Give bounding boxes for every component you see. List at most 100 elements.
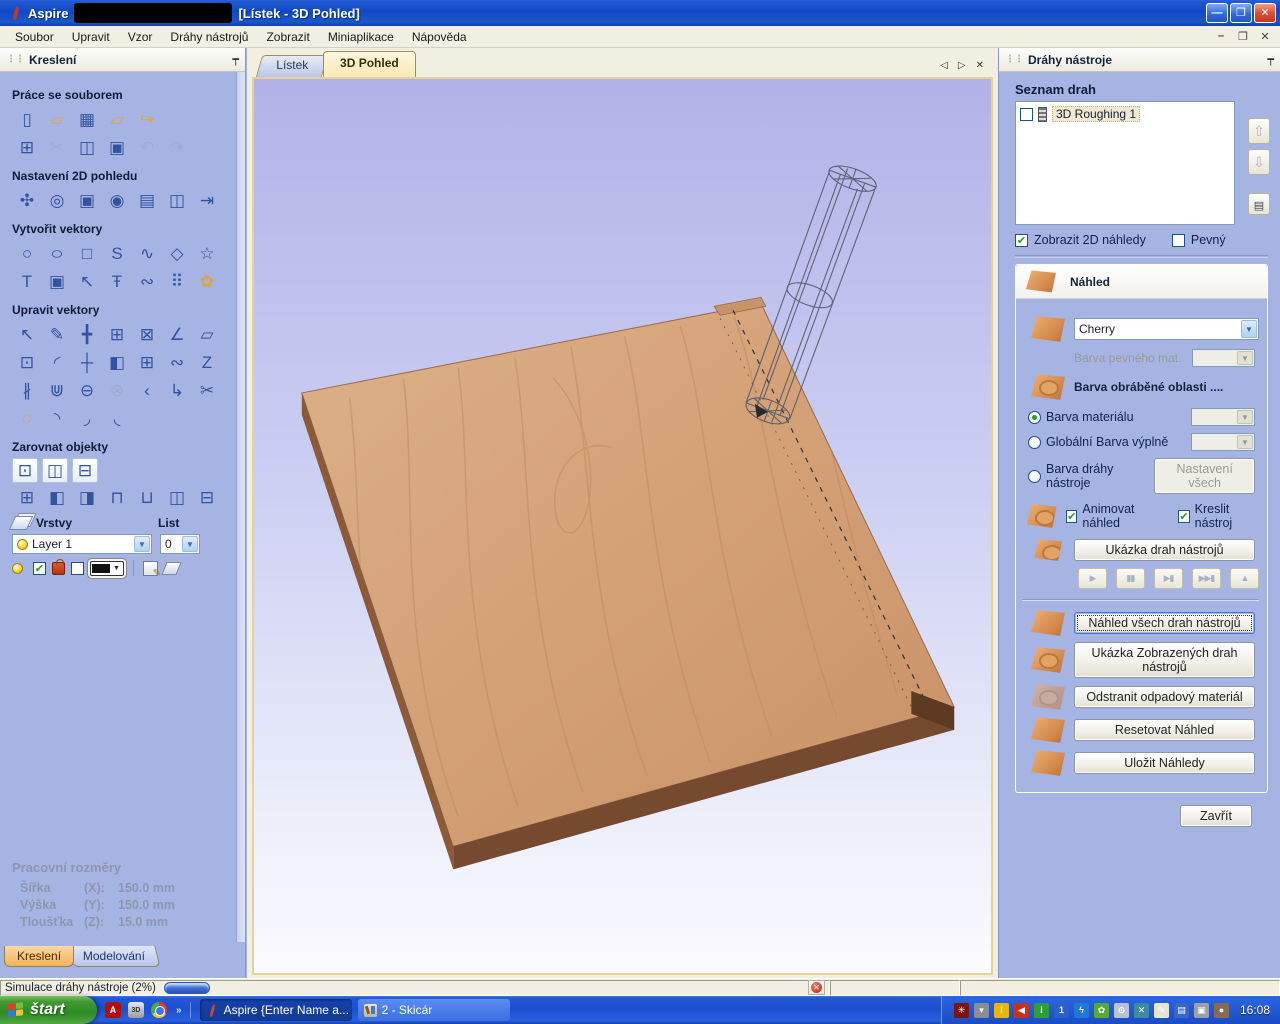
- arc-3point-icon[interactable]: ◝: [42, 405, 72, 432]
- tray-printer-icon[interactable]: ▣: [1194, 1003, 1209, 1018]
- layer-visible-checkbox[interactable]: ✔: [33, 562, 46, 575]
- solid-checkbox[interactable]: [1172, 234, 1185, 247]
- align-right-icon[interactable]: ◨: [72, 484, 102, 511]
- zoom-selection-icon[interactable]: ◉: [102, 187, 132, 214]
- trim-vectors-icon[interactable]: ‹: [132, 377, 162, 404]
- align-center-material-icon[interactable]: ⊡: [12, 458, 38, 483]
- arc-2point-icon[interactable]: ◞: [72, 405, 102, 432]
- text-icon[interactable]: T: [12, 268, 42, 295]
- menu-upravit[interactable]: Upravit: [63, 28, 119, 46]
- menu-n-pov-da[interactable]: Nápověda: [403, 28, 476, 46]
- pause-button[interactable]: ▮▮: [1116, 568, 1145, 589]
- menu-miniaplikace[interactable]: Miniaplikace: [319, 28, 403, 46]
- job-setup-icon[interactable]: ⊞: [12, 134, 42, 161]
- panel-tab-modelov-n-[interactable]: Modelování: [67, 946, 160, 967]
- toolpath-summary-button[interactable]: ▤: [1248, 193, 1270, 215]
- single-step-button[interactable]: ▶▮: [1154, 568, 1183, 589]
- menu-vzor[interactable]: Vzor: [119, 28, 162, 46]
- tray-update-icon[interactable]: ●: [1214, 1003, 1229, 1018]
- sheet-select[interactable]: 0 ▼: [160, 534, 200, 554]
- tray-certificate-icon[interactable]: ✿: [1094, 1003, 1109, 1018]
- mdi-minimize-button[interactable]: –: [1214, 30, 1228, 43]
- chevron-down-icon[interactable]: ▼: [134, 536, 150, 552]
- preview-visible-toolpaths-button[interactable]: Ukázka Zobrazených drah nástrojů: [1074, 642, 1255, 678]
- tray-device-icon[interactable]: ▾: [974, 1003, 989, 1018]
- align-bottom-icon[interactable]: ⊔: [132, 484, 162, 511]
- text-on-curve-icon[interactable]: ∾: [132, 268, 162, 295]
- task-button-2-skic-r[interactable]: 2 - Skicár: [358, 999, 510, 1021]
- extend-vectors-icon[interactable]: ↳: [162, 377, 192, 404]
- pin-icon[interactable]: ┯: [1267, 53, 1274, 66]
- join-vectors-icon[interactable]: ∾: [162, 349, 192, 376]
- cut3d-icon[interactable]: 3D: [128, 1002, 144, 1018]
- vector-texture-icon[interactable]: Z: [192, 349, 222, 376]
- clipart-bird-icon[interactable]: ✿: [192, 268, 222, 295]
- move-toolpath-down-button[interactable]: ⇩: [1248, 149, 1270, 175]
- zoom-box-icon[interactable]: ▣: [72, 187, 102, 214]
- start-button[interactable]: štart: [0, 996, 97, 1024]
- text-spacing-icon[interactable]: Ŧ: [102, 268, 132, 295]
- draw-tool-checkbox[interactable]: ✔: [1178, 510, 1189, 523]
- select-vectors-icon[interactable]: ↖: [12, 321, 42, 348]
- tray-display-icon[interactable]: ▤: [1174, 1003, 1189, 1018]
- fillet-tool-icon[interactable]: ◜: [42, 349, 72, 376]
- mdi-restore-button[interactable]: ❐: [1236, 30, 1250, 43]
- tray-app-icon[interactable]: ✳: [954, 1003, 969, 1018]
- tray-security-shield-icon[interactable]: !: [994, 1003, 1009, 1018]
- panel-tab-kreslen-[interactable]: Kreslení: [4, 946, 74, 967]
- minimize-button[interactable]: —: [1206, 3, 1228, 23]
- material-select[interactable]: Cherry ▼: [1074, 318, 1259, 340]
- run-to-end-button[interactable]: ▶▶▮: [1192, 568, 1221, 589]
- tray-power-icon[interactable]: ϟ: [1074, 1003, 1089, 1018]
- curve-icon[interactable]: ∿: [132, 240, 162, 267]
- subtract-vectors-icon[interactable]: ⊖: [72, 377, 102, 404]
- preview-all-toolpaths-button[interactable]: Náhled všech drah nástrojů: [1074, 612, 1255, 634]
- delete-waste-button[interactable]: Odstranit odpadový materiál: [1074, 686, 1255, 708]
- preview-toolpath-button[interactable]: Ukázka drah nástrojů: [1074, 539, 1255, 561]
- tray-notes-icon[interactable]: ✎: [1154, 1003, 1169, 1018]
- tray-search-icon[interactable]: ⊙: [1114, 1003, 1129, 1018]
- layer-visibility-icon[interactable]: [12, 563, 23, 574]
- close-panel-button[interactable]: Zavřít: [1180, 805, 1252, 827]
- align-center-h-icon[interactable]: ◫: [162, 484, 192, 511]
- slice-vectors-icon[interactable]: ∦: [12, 377, 42, 404]
- copy-icon[interactable]: ◫: [72, 134, 102, 161]
- tray-language-icon[interactable]: 1: [1054, 1003, 1069, 1018]
- mdi-close-button[interactable]: ✕: [1258, 30, 1272, 43]
- polygon-icon[interactable]: ◇: [162, 240, 192, 267]
- scroll-tabs-right-icon[interactable]: ▷: [958, 60, 966, 71]
- text-select-icon[interactable]: ↖: [72, 268, 102, 295]
- radio-barva-dr-hy-n-stroje[interactable]: [1028, 470, 1041, 483]
- task-button-aspire-enter-name-a-[interactable]: Aspire {Enter Name a...: [200, 999, 352, 1021]
- star-icon[interactable]: ☆: [192, 240, 222, 267]
- paste-icon[interactable]: ▣: [102, 134, 132, 161]
- align-top-icon[interactable]: ⊓: [102, 484, 132, 511]
- scroll-tabs-left-icon[interactable]: ◁: [940, 60, 948, 71]
- skip-back-button[interactable]: ▲: [1230, 568, 1259, 589]
- menu-dr-hy-n-stroj-[interactable]: Dráhy nástrojů: [161, 28, 257, 46]
- zoom-extents-icon[interactable]: ▤: [132, 187, 162, 214]
- switch-view-icon[interactable]: ⇥: [192, 187, 222, 214]
- merge-layers-icon[interactable]: [161, 562, 181, 575]
- mirror-vectors-icon[interactable]: ◧: [102, 349, 132, 376]
- tray-network-error-icon[interactable]: ✕: [1134, 1003, 1149, 1018]
- view-tab-3d-pohled[interactable]: 3D Pohled: [323, 51, 416, 77]
- pan-view-icon[interactable]: ✣: [12, 187, 42, 214]
- group-vectors-icon[interactable]: ⊞: [102, 321, 132, 348]
- move-to-position-icon[interactable]: ┼: [72, 349, 102, 376]
- layer-lock-icon[interactable]: [52, 562, 65, 575]
- edit-nodes-icon[interactable]: ✎: [42, 321, 72, 348]
- quick-launch-more-icon[interactable]: »: [176, 1005, 182, 1016]
- export-vectors-icon[interactable]: ↪: [132, 106, 162, 133]
- save-preview-button[interactable]: Uložit Náhledy: [1074, 752, 1255, 774]
- offset-vectors-icon[interactable]: ⊡: [12, 349, 42, 376]
- close-tab-icon[interactable]: ✕: [976, 60, 984, 71]
- array-copy-icon[interactable]: ⊞: [132, 349, 162, 376]
- weld-union-icon[interactable]: ⋓: [42, 377, 72, 404]
- reset-preview-button[interactable]: Resetovat Náhled: [1074, 719, 1255, 741]
- zoom-interactive-icon[interactable]: ◎: [42, 187, 72, 214]
- menu-zobrazit[interactable]: Zobrazit: [257, 28, 318, 46]
- move-toolpath-up-button[interactable]: ⇧: [1248, 118, 1270, 144]
- close-button[interactable]: ✕: [1254, 3, 1276, 23]
- layer-color-checkbox[interactable]: [71, 562, 84, 575]
